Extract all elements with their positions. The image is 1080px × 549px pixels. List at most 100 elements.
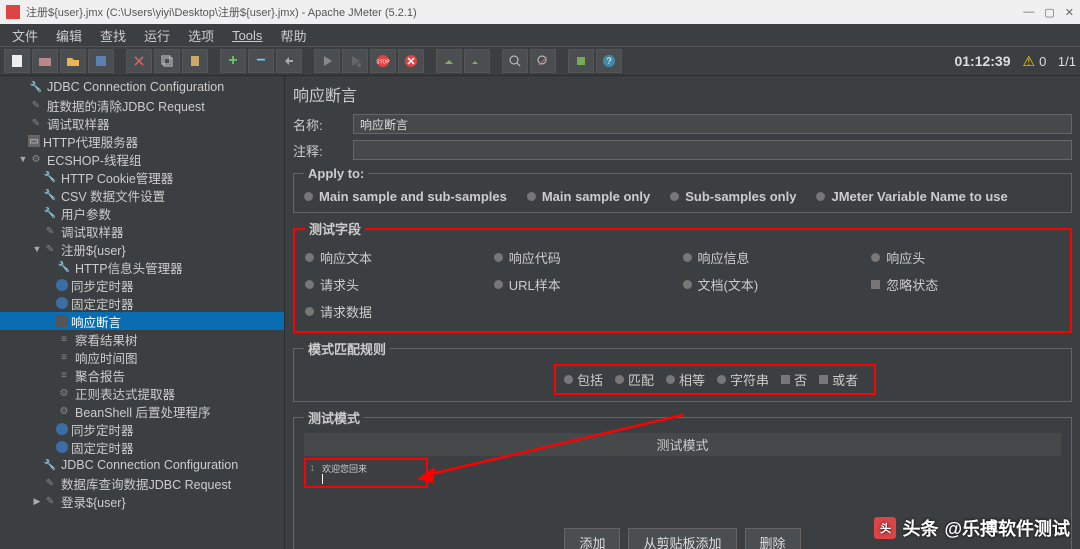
radio-url[interactable] [494, 280, 503, 289]
new-button[interactable] [4, 49, 30, 73]
tree-item[interactable]: 🔧用户参数 [0, 204, 284, 222]
radio-contains[interactable] [564, 375, 573, 384]
radio-resp-code[interactable] [494, 253, 503, 262]
menu-edit[interactable]: 编辑 [48, 24, 90, 47]
cut-button[interactable] [126, 49, 152, 73]
menu-options[interactable]: 选项 [180, 24, 222, 47]
tree-item[interactable]: ⚙正则表达式提取器 [0, 384, 284, 402]
menu-tools[interactable]: Tools [224, 26, 270, 45]
tree-item[interactable]: 🔧HTTP信息头管理器 [0, 258, 284, 276]
check-or[interactable] [819, 375, 828, 384]
clear-all-button[interactable] [464, 49, 490, 73]
tree-item[interactable]: 🔧HTTP Cookie管理器 [0, 168, 284, 186]
shutdown-button[interactable] [398, 49, 424, 73]
tree-item[interactable]: 响应断言 [0, 312, 284, 330]
tree-item[interactable]: ⚙BeanShell 后置处理程序 [0, 402, 284, 420]
gear-icon: ⚙ [28, 152, 44, 166]
tree-item[interactable]: ▶✎登录${user} [0, 492, 284, 510]
open-button[interactable] [60, 49, 86, 73]
menu-run[interactable]: 运行 [136, 24, 178, 47]
radio-req-data[interactable] [305, 307, 314, 316]
pencil-icon: ✎ [28, 116, 44, 130]
tree-twisty-icon[interactable]: ▶ [32, 496, 42, 507]
tree-item[interactable]: ≡察看结果树 [0, 330, 284, 348]
radio-main-sub[interactable] [304, 192, 313, 201]
search-button[interactable] [502, 49, 528, 73]
radio-jmeter-var[interactable] [816, 192, 825, 201]
check-not[interactable] [781, 375, 790, 384]
radio-req-headers[interactable] [305, 280, 314, 289]
window-close-button[interactable]: ✕ [1065, 6, 1074, 19]
pattern-text: 欢迎您回来 [322, 462, 367, 475]
thread-count: 1/1 [1058, 54, 1076, 69]
tree-item-label: 用户参数 [61, 204, 111, 223]
tree-item[interactable]: ✎调试取样器 [0, 114, 284, 132]
test-plan-tree[interactable]: 🔧JDBC Connection Configuration✎脏数据的清除JDB… [0, 76, 285, 549]
radio-sub-only[interactable] [670, 192, 679, 201]
stop-button[interactable]: STOP [370, 49, 396, 73]
tree-item[interactable]: 🔧JDBC Connection Configuration [0, 78, 284, 96]
comment-input[interactable] [353, 140, 1072, 160]
radio-matches[interactable] [615, 375, 624, 384]
copy-button[interactable] [154, 49, 180, 73]
add-from-clipboard-button[interactable]: 从剪贴板添加 [628, 528, 736, 549]
save-button[interactable] [88, 49, 114, 73]
tree-item[interactable]: ▼⚙ECSHOP-线程组 [0, 150, 284, 168]
window-minimize-button[interactable]: — [1023, 6, 1034, 19]
tree-item[interactable]: ✎调试取样器 [0, 222, 284, 240]
pattern-cell[interactable]: 1 欢迎您回来 [304, 458, 428, 488]
radio-resp-text[interactable] [305, 253, 314, 262]
tree-item[interactable]: ✎数据库查询数据JDBC Request [0, 474, 284, 492]
start-no-timers-button[interactable] [342, 49, 368, 73]
radio-resp-msg[interactable] [683, 253, 692, 262]
toggle-button[interactable] [276, 49, 302, 73]
clock-icon [56, 279, 68, 291]
tree-item[interactable]: ▭HTTP代理服务器 [0, 132, 284, 150]
tree-icon: ≡ [56, 368, 72, 382]
tree-item[interactable]: ≡响应时间图 [0, 348, 284, 366]
radio-main-only[interactable] [527, 192, 536, 201]
templates-button[interactable] [32, 49, 58, 73]
menu-file[interactable]: 文件 [4, 24, 46, 47]
expand-button[interactable]: + [220, 49, 246, 73]
pattern-table-header: 测试模式 [304, 433, 1061, 456]
paste-button[interactable] [182, 49, 208, 73]
menu-search[interactable]: 查找 [92, 24, 134, 47]
elapsed-time: 01:12:39 [944, 53, 1020, 69]
reset-search-button[interactable] [530, 49, 556, 73]
delete-button[interactable]: 删除 [745, 528, 801, 549]
warn-indicator[interactable]: ⚠ 0 1/1 [1023, 53, 1077, 70]
tree-item[interactable]: 🔧CSV 数据文件设置 [0, 186, 284, 204]
window-title: 注册${user}.jmx (C:\Users\yiyi\Desktop\注册$… [26, 4, 1023, 20]
radio-resp-headers[interactable] [871, 253, 880, 262]
toolbar: + − STOP ? 01:12:39 ⚠ 0 1/1 [0, 46, 1080, 76]
wrench-icon: 🔧 [42, 170, 58, 184]
name-input[interactable] [353, 114, 1072, 134]
tree-item-label: ECSHOP-线程组 [47, 150, 141, 169]
help-button[interactable]: ? [596, 49, 622, 73]
clear-button[interactable] [436, 49, 462, 73]
match-rules-highlight: 包括 匹配 相等 字符串 否 或者 [554, 364, 876, 395]
menu-help[interactable]: 帮助 [272, 24, 314, 47]
radio-equals[interactable] [666, 375, 675, 384]
tree-item[interactable]: 固定定时器 [0, 438, 284, 456]
warning-icon: ⚠ [1023, 53, 1036, 70]
panel-title: 响应断言 [293, 82, 1072, 106]
collapse-button[interactable]: − [248, 49, 274, 73]
tree-item[interactable]: 🔧JDBC Connection Configuration [0, 456, 284, 474]
start-button[interactable] [314, 49, 340, 73]
tree-item[interactable]: 同步定时器 [0, 420, 284, 438]
tree-item[interactable]: ✎脏数据的清除JDBC Request [0, 96, 284, 114]
tree-twisty-icon[interactable]: ▼ [32, 244, 42, 254]
tree-twisty-icon[interactable]: ▼ [18, 154, 28, 164]
window-maximize-button[interactable]: ▢ [1044, 6, 1054, 19]
tree-item[interactable]: 同步定时器 [0, 276, 284, 294]
radio-document[interactable] [683, 280, 692, 289]
tree-item[interactable]: ≡聚合报告 [0, 366, 284, 384]
add-button[interactable]: 添加 [564, 528, 620, 549]
check-ignore-status[interactable] [871, 280, 880, 289]
function-helper-button[interactable] [568, 49, 594, 73]
tree-item[interactable]: ▼✎注册${user} [0, 240, 284, 258]
radio-substring[interactable] [717, 375, 726, 384]
tree-item[interactable]: 固定定时器 [0, 294, 284, 312]
